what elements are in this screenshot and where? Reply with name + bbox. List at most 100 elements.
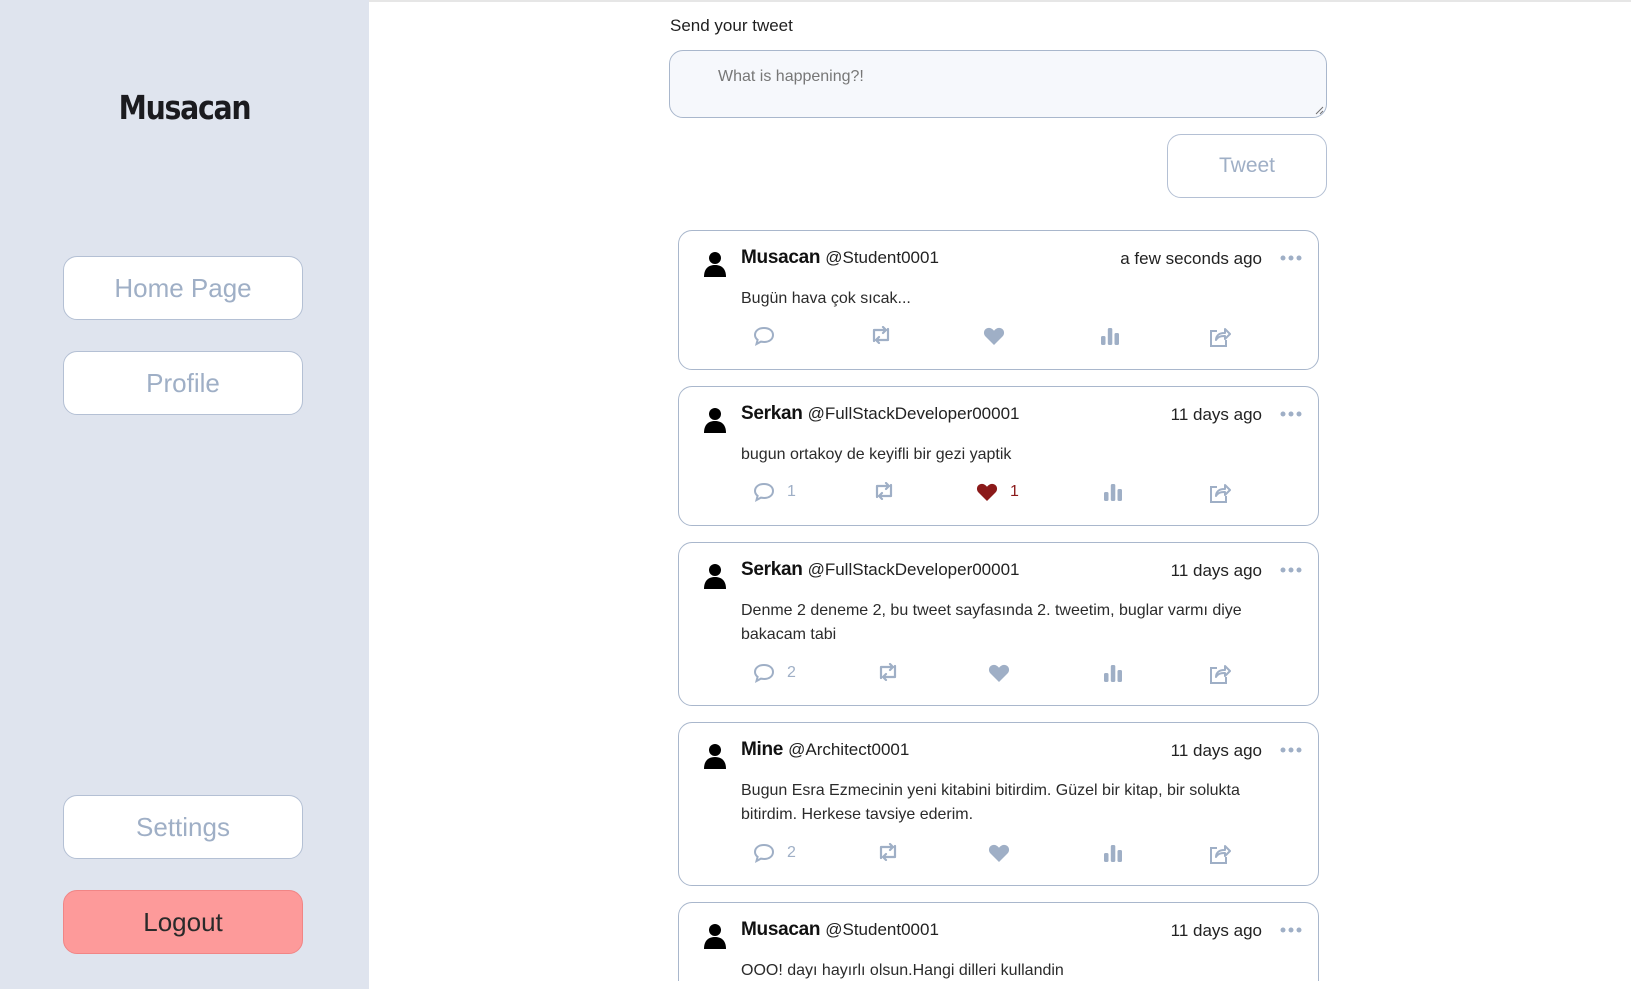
sidebar: Musacan Home Page Profile Settings Logou… (0, 0, 369, 989)
more-horizontal-icon[interactable] (1280, 409, 1302, 419)
settings-button[interactable]: Settings (63, 795, 303, 859)
more-horizontal-icon[interactable] (1280, 745, 1302, 755)
like-button[interactable] (988, 663, 1022, 683)
tweet-header: Musacan @Student0001 (741, 247, 939, 269)
share-icon (1210, 845, 1231, 864)
tweet-header: Serkan @FullStackDeveloper00001 (741, 403, 1020, 425)
share-icon (1210, 328, 1231, 347)
tweet-actions: 1 1 (753, 482, 1253, 506)
like-button[interactable]: 1 (976, 482, 1019, 502)
share-icon (1210, 665, 1231, 684)
tweet-card: Mine @Architect0001 11 days ago Bugun Es… (678, 722, 1319, 886)
tweet-author-name[interactable]: Serkan (741, 559, 803, 581)
comment-icon (753, 843, 775, 863)
retweet-button[interactable] (876, 663, 900, 681)
tweet-button[interactable]: Tweet (1167, 134, 1327, 198)
retweet-icon (879, 663, 897, 681)
comment-count: 1 (787, 483, 796, 500)
comment-button[interactable]: 2 (753, 663, 796, 683)
retweet-button[interactable] (876, 843, 900, 861)
share-button[interactable] (1209, 843, 1231, 865)
comment-icon (753, 663, 775, 683)
tweet-header: Musacan @Student0001 (741, 919, 939, 941)
like-button[interactable] (983, 326, 1017, 346)
retweet-icon (872, 326, 890, 344)
more-horizontal-icon[interactable] (1280, 565, 1302, 575)
tweet-time: 11 days ago (1170, 405, 1262, 424)
heart-icon (983, 327, 1005, 345)
tweet-text: Denme 2 deneme 2, bu tweet sayfasında 2.… (741, 602, 1242, 643)
like-button[interactable] (988, 843, 1022, 863)
tweet-feed: Musacan @Student0001 a few seconds ago B… (678, 230, 1319, 981)
retweet-button[interactable] (872, 482, 896, 500)
share-icon (1210, 484, 1231, 503)
tweet-author-handle[interactable]: @FullStackDeveloper00001 (808, 560, 1020, 580)
tweet-card: Musacan @Student0001 a few seconds ago B… (678, 230, 1319, 370)
tweet-author-name[interactable]: Musacan (741, 247, 821, 269)
home-page-button[interactable]: Home Page (63, 256, 303, 320)
tweet-card: Serkan @FullStackDeveloper00001 11 days … (678, 542, 1319, 706)
comment-icon (753, 482, 775, 502)
comment-button[interactable]: 2 (753, 843, 796, 863)
tweet-time: 11 days ago (1170, 741, 1262, 760)
user-icon (704, 252, 726, 277)
tweet-actions: 2 (753, 663, 1253, 687)
profile-button[interactable]: Profile (63, 351, 303, 415)
tweet-author-handle[interactable]: @Architect0001 (788, 740, 909, 760)
user-icon (704, 564, 726, 589)
stats-icon (1104, 665, 1122, 682)
tweet-author-name[interactable]: Serkan (741, 403, 803, 425)
tweet-input[interactable] (669, 50, 1327, 118)
tweet-card: Serkan @FullStackDeveloper00001 11 days … (678, 386, 1319, 526)
logout-button[interactable]: Logout (63, 890, 303, 954)
comment-count: 2 (787, 664, 796, 681)
retweet-button[interactable] (869, 326, 893, 344)
heart-icon (976, 483, 998, 501)
tweet-author-name[interactable]: Musacan (741, 919, 821, 941)
share-button[interactable] (1209, 663, 1231, 685)
tweet-author-name[interactable]: Mine (741, 739, 783, 761)
retweet-icon (879, 843, 897, 861)
share-button[interactable] (1209, 326, 1231, 348)
tweet-text: bugun ortakoy de keyifli bir gezi yaptik (741, 446, 1012, 463)
tweet-actions: 2 (753, 843, 1253, 867)
stats-icon (1101, 328, 1119, 345)
compose-label: Send your tweet (670, 16, 793, 35)
more-horizontal-icon[interactable] (1280, 253, 1302, 263)
heart-icon (988, 844, 1010, 862)
more-horizontal-icon[interactable] (1280, 925, 1302, 935)
tweet-actions (753, 326, 1253, 350)
share-button[interactable] (1209, 482, 1231, 504)
tweet-author-handle[interactable]: @Student0001 (825, 248, 939, 268)
stats-icon (1104, 845, 1122, 862)
tweet-text: Bugün hava çok sıcak... (741, 290, 911, 307)
tweet-header: Mine @Architect0001 (741, 739, 909, 761)
tweet-card: Musacan @Student0001 11 days ago OOO! da… (678, 902, 1319, 981)
tweet-time: 11 days ago (1170, 921, 1262, 940)
top-divider (369, 0, 1631, 2)
stats-icon (1104, 484, 1122, 501)
like-count: 1 (1010, 483, 1019, 500)
stats-button[interactable] (1103, 663, 1123, 683)
stats-button[interactable] (1100, 326, 1120, 346)
comment-icon (753, 326, 775, 346)
comment-count: 2 (787, 844, 796, 861)
tweet-text: OOO! dayı hayırlı olsun.Hangi dilleri ku… (741, 962, 1064, 979)
user-icon (704, 924, 726, 949)
resize-grip-icon[interactable] (1314, 105, 1324, 115)
comment-button[interactable]: 1 (753, 482, 796, 502)
user-icon (704, 408, 726, 433)
tweet-time: 11 days ago (1170, 561, 1262, 580)
heart-icon (988, 664, 1010, 682)
user-icon (704, 744, 726, 769)
brand-name: Musacan (118, 88, 252, 127)
stats-button[interactable] (1103, 843, 1123, 863)
stats-button[interactable] (1103, 482, 1123, 502)
tweet-time: a few seconds ago (1120, 249, 1262, 268)
tweet-header: Serkan @FullStackDeveloper00001 (741, 559, 1020, 581)
retweet-icon (875, 482, 893, 500)
tweet-text: Bugun Esra Ezmecinin yeni kitabini bitir… (741, 782, 1240, 823)
tweet-author-handle[interactable]: @FullStackDeveloper00001 (808, 404, 1020, 424)
comment-button[interactable] (753, 326, 787, 346)
tweet-author-handle[interactable]: @Student0001 (825, 920, 939, 940)
